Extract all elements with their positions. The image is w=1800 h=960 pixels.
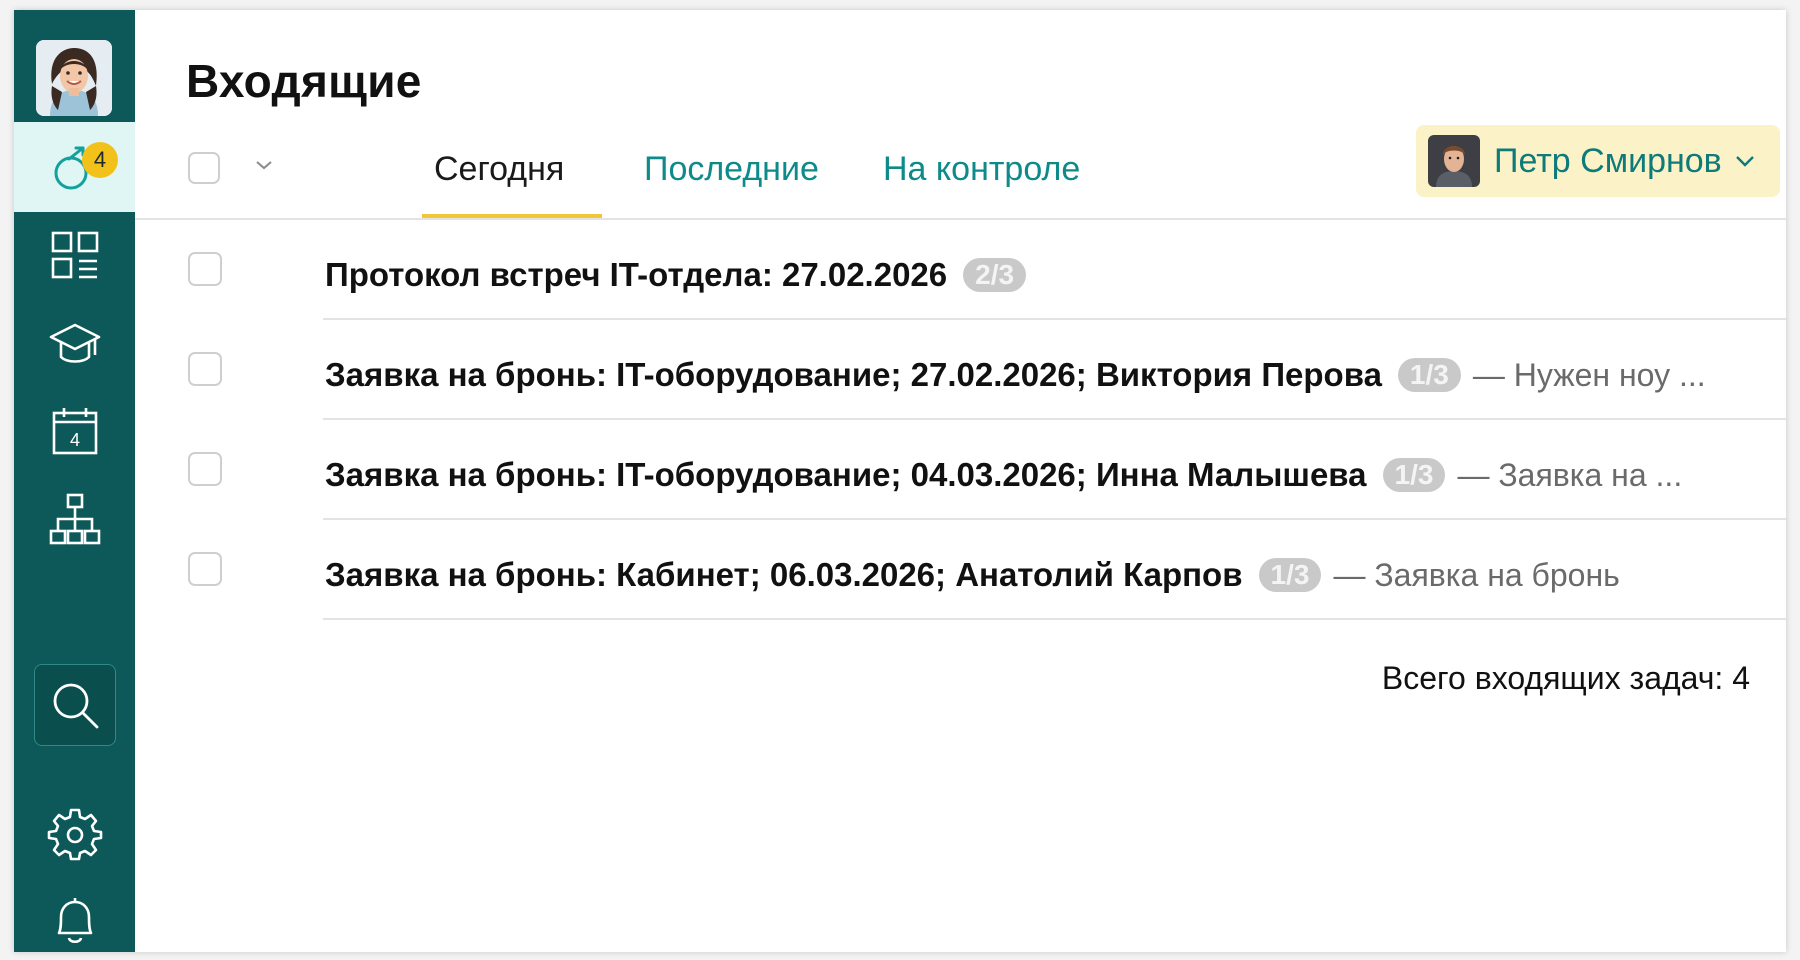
- task-row[interactable]: Заявка на бронь: Кабинет; 06.03.2026; Ан…: [135, 520, 1786, 620]
- sidebar-item-notifications[interactable]: [14, 876, 135, 952]
- task-progress-badge: 2/3: [963, 258, 1027, 292]
- task-progress-badge: 1/3: [1382, 458, 1446, 492]
- app-window: 4 4 Входящие Сегодня Последние На контро…: [14, 10, 1786, 952]
- task-row[interactable]: Протокол встреч IT-отдела: 27.02.2026 2/…: [135, 220, 1786, 320]
- task-title: Заявка на бронь: IT-оборудование; 04.03.…: [325, 456, 1367, 493]
- org-chart-icon: [49, 493, 100, 545]
- user-name: Петр Смирнов: [1494, 141, 1722, 180]
- task-preview: — Заявка на бронь: [1333, 556, 1620, 593]
- tasks-count-badge: 4: [82, 142, 118, 178]
- task-line[interactable]: Заявка на бронь: IT-оборудование; 27.02.…: [325, 356, 1776, 394]
- user-avatar: [1428, 135, 1480, 187]
- user-selector[interactable]: Петр Смирнов: [1416, 125, 1780, 197]
- task-checkbox[interactable]: [188, 552, 222, 586]
- task-checkbox[interactable]: [188, 252, 222, 286]
- task-title: Заявка на бронь: Кабинет; 06.03.2026; Ан…: [325, 556, 1243, 593]
- chevron-down-icon[interactable]: [254, 158, 274, 172]
- task-line[interactable]: Заявка на бронь: Кабинет; 06.03.2026; Ан…: [325, 556, 1776, 594]
- sidebar-item-dashboard[interactable]: [14, 210, 135, 300]
- dashboard-icon: [51, 231, 98, 279]
- row-divider: [323, 618, 1786, 620]
- chevron-down-icon: [1735, 156, 1754, 167]
- calendar-icon: 4: [52, 408, 97, 455]
- page-title: Входящие: [186, 55, 422, 107]
- tab-recent[interactable]: Последние: [644, 150, 819, 189]
- total-tasks-count: Всего входящих задач: 4: [1381, 660, 1750, 696]
- task-preview: — Заявка на ...: [1457, 456, 1683, 493]
- select-all-checkbox[interactable]: [188, 152, 220, 184]
- tab-on-control[interactable]: На контроле: [883, 150, 1080, 189]
- sidebar-item-tasks[interactable]: 4: [14, 122, 135, 212]
- task-row[interactable]: Заявка на бронь: IT-оборудование; 04.03.…: [135, 420, 1786, 520]
- task-checkbox[interactable]: [188, 352, 222, 386]
- task-title: Заявка на бронь: IT-оборудование; 27.02.…: [325, 356, 1382, 393]
- task-progress-badge: 1/3: [1258, 558, 1322, 592]
- search-icon: [53, 683, 99, 729]
- task-row[interactable]: Заявка на бронь: IT-оборудование; 27.02.…: [135, 320, 1786, 420]
- sidebar-item-settings[interactable]: [14, 788, 135, 878]
- task-progress-badge: 1/3: [1397, 358, 1461, 392]
- sidebar-item-org-structure[interactable]: [14, 474, 135, 564]
- graduation-cap-icon: [49, 323, 100, 363]
- task-preview: — Нужен ноу ...: [1472, 356, 1706, 393]
- task-title: Протокол встреч IT-отдела: 27.02.2026: [325, 256, 948, 293]
- sidebar-item-search[interactable]: [34, 664, 116, 746]
- task-line[interactable]: Заявка на бронь: IT-оборудование; 04.03.…: [325, 456, 1776, 494]
- tab-today[interactable]: Сегодня: [434, 150, 564, 189]
- sidebar: 4 4: [14, 10, 135, 952]
- task-checkbox[interactable]: [188, 452, 222, 486]
- gear-icon: [47, 808, 102, 861]
- avatar[interactable]: [36, 40, 112, 116]
- sidebar-item-calendar[interactable]: 4: [14, 386, 135, 476]
- sidebar-item-learning[interactable]: [14, 298, 135, 388]
- task-line[interactable]: Протокол встреч IT-отдела: 27.02.2026 2/…: [325, 256, 1776, 294]
- svg-text:4: 4: [69, 430, 79, 450]
- bell-icon: [57, 898, 92, 944]
